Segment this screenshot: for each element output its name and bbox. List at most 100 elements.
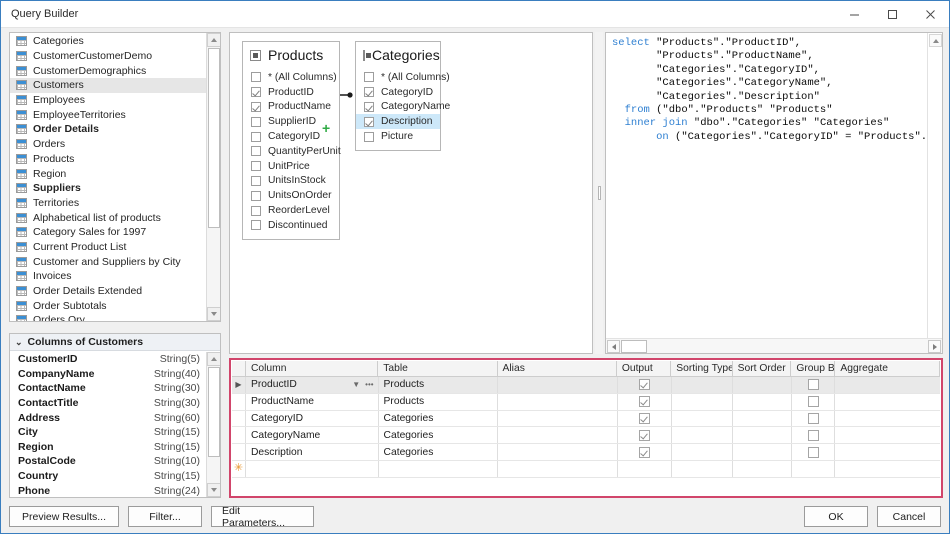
cell-sorting-type[interactable] xyxy=(672,461,733,477)
row-selector[interactable] xyxy=(232,444,246,460)
scroll-down-icon[interactable] xyxy=(207,307,221,321)
cell-column[interactable]: Description xyxy=(246,444,379,460)
cell-table[interactable]: Categories xyxy=(379,427,499,443)
grid-new-row[interactable]: ✳ xyxy=(232,461,940,478)
diagram-field[interactable]: QuantityPerUnit xyxy=(243,144,339,159)
scrollbar-thumb[interactable] xyxy=(621,340,647,353)
cell-column[interactable]: CategoryName xyxy=(246,427,379,443)
cell-sort-order[interactable] xyxy=(733,411,792,427)
scroll-up-icon[interactable] xyxy=(207,33,221,47)
tables-list-scrollbar[interactable] xyxy=(206,33,220,321)
cancel-button[interactable]: Cancel xyxy=(877,506,941,527)
column-list-item[interactable]: CountryString(15) xyxy=(10,469,206,484)
table-list-item[interactable]: EmployeeTerritories xyxy=(10,107,206,122)
field-checkbox[interactable] xyxy=(364,72,374,82)
grid-row[interactable]: CategoryNameCategories xyxy=(232,427,940,444)
scroll-right-icon[interactable] xyxy=(928,340,941,353)
cell-output[interactable] xyxy=(618,461,672,477)
cell-sorting-type[interactable] xyxy=(672,427,733,443)
table-list-item[interactable]: CustomerCustomerDemo xyxy=(10,49,206,64)
cell-output[interactable] xyxy=(618,377,672,393)
cell-sort-order[interactable] xyxy=(733,427,792,443)
field-list[interactable]: * (All Columns)ProductIDProductNameSuppl… xyxy=(243,66,339,239)
cell-column[interactable]: ProductID▼••• xyxy=(246,377,379,393)
cell-alias[interactable] xyxy=(498,461,618,477)
cell-group-by[interactable] xyxy=(792,427,835,443)
close-icon[interactable] xyxy=(911,1,949,28)
cell-alias[interactable] xyxy=(498,377,618,393)
cell-sort-order[interactable] xyxy=(733,394,792,410)
edit-parameters-button[interactable]: Edit Parameters... xyxy=(211,506,314,527)
row-selector[interactable] xyxy=(232,427,246,443)
diagram-field[interactable]: UnitPrice xyxy=(243,159,339,174)
diagram-pane[interactable]: Products * (All Columns)ProductIDProduct… xyxy=(229,32,593,354)
diagram-field[interactable]: * (All Columns) xyxy=(243,70,339,85)
table-list-item[interactable]: Territories xyxy=(10,196,206,211)
cell-group-by[interactable] xyxy=(792,411,835,427)
field-list[interactable]: * (All Columns)CategoryIDCategoryNameDes… xyxy=(356,66,440,150)
output-checkbox[interactable] xyxy=(639,379,650,390)
diagram-field[interactable]: ProductID xyxy=(243,85,339,100)
column-list-item[interactable]: AddressString(60) xyxy=(10,410,206,425)
diagram-field[interactable]: Discontinued xyxy=(243,218,339,233)
cell-column[interactable] xyxy=(246,461,379,477)
cell-sorting-type[interactable] xyxy=(672,411,733,427)
diagram-field[interactable]: ProductName xyxy=(243,100,339,115)
sql-vertical-scrollbar[interactable] xyxy=(927,33,942,338)
output-checkbox[interactable] xyxy=(639,413,650,424)
cell-aggregate[interactable] xyxy=(835,444,940,460)
row-selector[interactable]: ▶ xyxy=(232,377,246,393)
grid-header-column[interactable]: Column xyxy=(246,361,378,376)
grid-header-sort-order[interactable]: Sort Order xyxy=(733,361,792,376)
field-checkbox[interactable] xyxy=(251,102,261,112)
field-checkbox[interactable] xyxy=(251,117,261,127)
cell-group-by[interactable] xyxy=(792,377,835,393)
grid-body[interactable]: ▶ProductID▼•••ProductsProductNameProduct… xyxy=(232,377,940,478)
sql-horizontal-scrollbar[interactable] xyxy=(606,338,942,353)
grid-header-alias[interactable]: Alias xyxy=(498,361,617,376)
chevron-down-icon[interactable]: ▼ xyxy=(352,380,360,389)
field-checkbox[interactable] xyxy=(364,117,374,127)
cell-table[interactable]: Categories xyxy=(379,411,499,427)
column-list-item[interactable]: PhoneString(24) xyxy=(10,483,206,498)
table-list-item[interactable]: Invoices xyxy=(10,269,206,284)
cell-table[interactable] xyxy=(379,461,499,477)
diagram-table-products[interactable]: Products * (All Columns)ProductIDProduct… xyxy=(242,41,340,240)
field-checkbox[interactable] xyxy=(251,87,261,97)
scroll-down-icon[interactable] xyxy=(207,483,221,497)
cell-table[interactable]: Products xyxy=(379,377,499,393)
columns-panel-header[interactable]: ⌄ Columns of Customers xyxy=(10,334,220,351)
field-checkbox[interactable] xyxy=(251,191,261,201)
cell-alias[interactable] xyxy=(498,394,618,410)
filter-button[interactable]: Filter... xyxy=(128,506,202,527)
field-checkbox[interactable] xyxy=(251,220,261,230)
table-list-item[interactable]: Current Product List xyxy=(10,240,206,255)
grid-header-output[interactable]: Output xyxy=(617,361,671,376)
diagram-table-categories[interactable]: Categories * (All Columns)CategoryIDCate… xyxy=(355,41,441,151)
cell-group-by[interactable] xyxy=(792,461,835,477)
ellipsis-icon[interactable]: ••• xyxy=(365,380,373,389)
preview-results-button[interactable]: Preview Results... xyxy=(9,506,119,527)
field-checkbox[interactable] xyxy=(251,72,261,82)
chevron-down-icon[interactable]: ⌄ xyxy=(15,337,23,348)
table-list-item[interactable]: Order Subtotals xyxy=(10,298,206,313)
output-checkbox[interactable] xyxy=(639,430,650,441)
table-list-item[interactable]: Categories xyxy=(10,34,206,49)
cell-sort-order[interactable] xyxy=(733,377,792,393)
column-list-item[interactable]: CompanyNameString(40) xyxy=(10,367,206,382)
table-list-item[interactable]: Products xyxy=(10,152,206,167)
cell-alias[interactable] xyxy=(498,427,618,443)
diagram-field[interactable]: ReorderLevel xyxy=(243,203,339,218)
splitter-grip[interactable] xyxy=(598,186,601,200)
cell-aggregate[interactable] xyxy=(835,377,940,393)
scrollbar-thumb[interactable] xyxy=(208,48,220,228)
group-by-checkbox[interactable] xyxy=(808,396,819,407)
query-columns-grid[interactable]: Column Table Alias Output Sorting Type S… xyxy=(229,358,943,498)
cell-table[interactable]: Categories xyxy=(379,444,499,460)
diagram-field[interactable]: Description xyxy=(356,114,440,129)
group-by-checkbox[interactable] xyxy=(808,379,819,390)
table-list-item[interactable]: Order Details Extended xyxy=(10,284,206,299)
plus-icon[interactable]: + xyxy=(322,121,330,135)
cell-output[interactable] xyxy=(618,411,672,427)
column-list-item[interactable]: CityString(15) xyxy=(10,425,206,440)
